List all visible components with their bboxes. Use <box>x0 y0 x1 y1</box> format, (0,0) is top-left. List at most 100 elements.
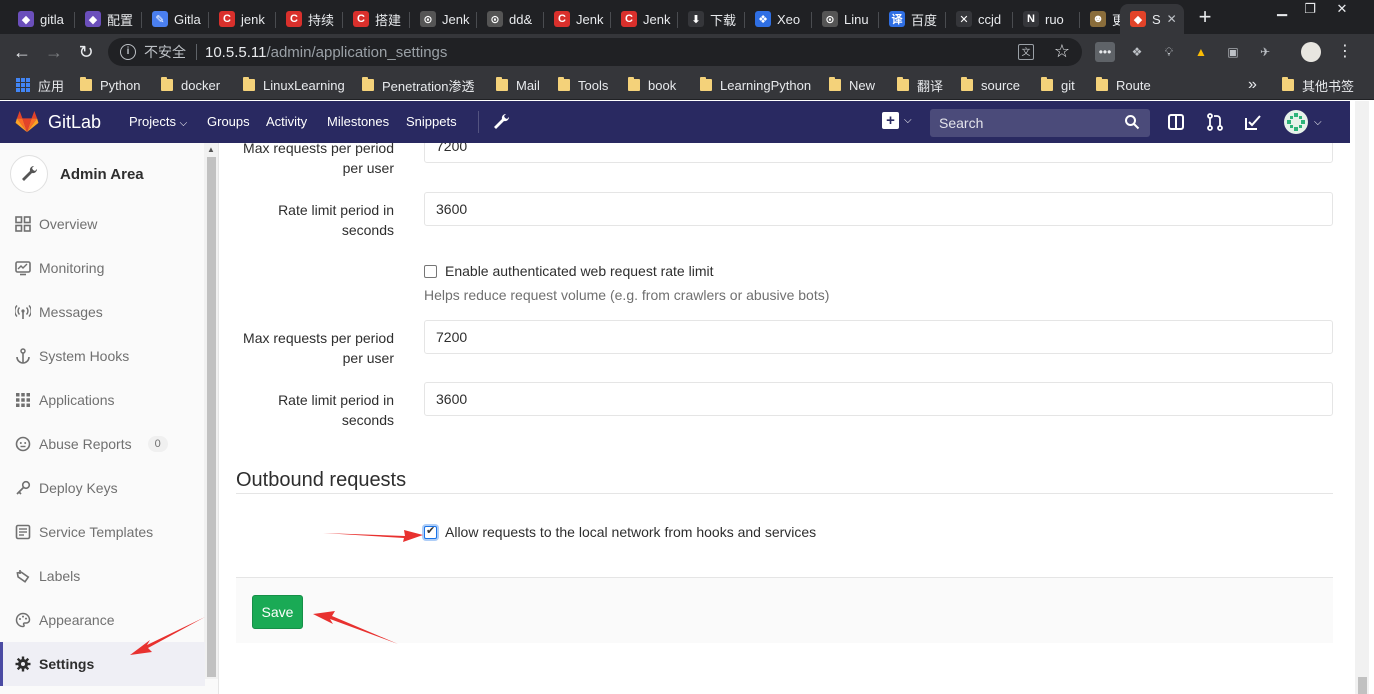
browser-tab[interactable]: C Jenk <box>544 4 611 34</box>
page-scroll-thumb[interactable] <box>1358 677 1367 694</box>
template-icon <box>15 524 31 540</box>
bookmark-item[interactable]: Penetration渗透 <box>362 70 475 100</box>
profile-avatar[interactable] <box>1301 42 1321 62</box>
new-item-dropdown[interactable]: + ⌵ <box>882 112 912 129</box>
address-bar[interactable]: i 不安全 10.5.5.11/admin/application_settin… <box>108 38 1082 66</box>
new-tab-button[interactable]: + <box>1194 6 1216 28</box>
save-button[interactable]: Save <box>252 595 303 629</box>
bookmark-item[interactable]: book <box>628 70 676 100</box>
bookmark-item[interactable]: Python <box>80 70 140 100</box>
sidebar-item-settings[interactable]: Settings <box>0 642 205 686</box>
bookmark-item[interactable]: git <box>1041 70 1075 100</box>
browser-tab[interactable]: ❖ Xeo <box>745 4 812 34</box>
reload-button[interactable]: ↻ <box>74 40 98 64</box>
sidebar-item-system-hooks[interactable]: System Hooks <box>0 334 205 378</box>
bookmarks-overflow-button[interactable]: » <box>1248 70 1257 100</box>
unauth-max-requests-label: Max requests per period per user <box>243 143 394 176</box>
browser-tab[interactable]: ◆ S ✕ <box>1120 4 1184 34</box>
bookmark-item[interactable]: Tools <box>558 70 608 100</box>
sidebar-item-abuse-reports[interactable]: Abuse Reports 0 <box>0 422 205 466</box>
dropbox-icon[interactable]: ❖ <box>1127 42 1147 62</box>
browser-tab[interactable]: ⊙ Linu <box>812 4 879 34</box>
auth-web-rate-limit-help: Helps reduce request volume (e.g. from c… <box>424 287 830 303</box>
sidebar-item-labels[interactable]: Labels <box>0 554 205 598</box>
auth-web-rate-limit-checkbox[interactable] <box>424 264 437 278</box>
other-bookmarks-folder[interactable]: 其他书签 <box>1282 70 1354 100</box>
drive-icon[interactable]: ▲ <box>1191 42 1211 62</box>
local-network-row[interactable]: Allow requests to the local network from… <box>424 524 816 540</box>
browser-tab[interactable]: 译百度 <box>879 4 946 34</box>
sidebar-header[interactable]: Admin Area <box>10 155 144 193</box>
sidebar-item-label: Labels <box>39 568 81 584</box>
unauth-max-requests-input[interactable]: 7200 <box>424 143 1333 163</box>
browser-tab[interactable]: C Jenk <box>611 4 678 34</box>
browser-tab[interactable]: C 搭建 <box>343 4 410 34</box>
page-scroll-track[interactable] <box>1355 101 1369 694</box>
bag-icon[interactable]: ▣ <box>1223 42 1243 62</box>
bookmark-item[interactable]: New <box>829 70 875 100</box>
browser-tab[interactable]: Cjenk <box>209 4 276 34</box>
chrome-menu-icon[interactable]: ⋮ <box>1335 42 1355 62</box>
auth-web-rate-limit-row[interactable]: Enable authenticated web request rate li… <box>424 263 714 279</box>
lightbulb-icon[interactable]: 💡︎ <box>1159 42 1179 62</box>
translate-icon[interactable]: 文 <box>1018 44 1034 60</box>
browser-tab[interactable]: ✕ ccjd <box>946 4 1013 34</box>
local-network-checkbox[interactable] <box>424 524 437 539</box>
gitlab-logo[interactable]: GitLab <box>14 111 101 133</box>
tab-close-icon[interactable]: ✕ <box>1167 12 1177 26</box>
sidebar-item-service-templates[interactable]: Service Templates <box>0 510 205 554</box>
forward-button[interactable]: → <box>42 40 66 64</box>
nav-projects[interactable]: Projects ⌵ <box>129 114 187 129</box>
issues-icon[interactable] <box>1166 112 1186 132</box>
sidebar-item-applications[interactable]: Applications <box>0 378 205 422</box>
sidebar-item-messages[interactable]: Messages <box>0 290 205 334</box>
browser-tab[interactable]: C 持续 <box>276 4 343 34</box>
browser-tab[interactable]: ⬇ 下载 <box>678 4 745 34</box>
nav-groups[interactable]: Groups <box>207 114 250 129</box>
bookmark-item[interactable]: source <box>961 70 1020 100</box>
browser-tab[interactable]: ⊙ dd& <box>477 4 544 34</box>
nav-snippets[interactable]: Snippets <box>406 114 457 129</box>
sidebar-item-deploy-keys[interactable]: Deploy Keys <box>0 466 205 510</box>
sidebar-scroll-thumb[interactable] <box>207 157 216 677</box>
search-input[interactable]: Search <box>930 109 1150 137</box>
minimize-button[interactable]: ▁ <box>1268 0 1296 18</box>
bookmark-item[interactable]: 翻译 <box>897 70 943 100</box>
bookmark-item[interactable]: Route <box>1096 70 1151 100</box>
restore-button[interactable]: ❐ <box>1296 0 1324 18</box>
sidebar-item-overview[interactable]: Overview <box>0 202 205 246</box>
unauth-period-input[interactable]: 3600 <box>424 192 1333 226</box>
bookmark-item[interactable]: LinuxLearning <box>243 70 345 100</box>
sidebar-scrollbar[interactable]: ▲ <box>204 143 218 679</box>
extension-dots-icon[interactable]: ••• <box>1095 42 1115 62</box>
admin-wrench-icon[interactable] <box>491 112 511 132</box>
nav-activity[interactable]: Activity <box>266 114 307 129</box>
browser-tab[interactable]: ◆ 配置 <box>75 4 142 34</box>
scroll-up-arrow-icon[interactable]: ▲ <box>207 145 215 154</box>
close-window-button[interactable]: ✕ <box>1328 0 1356 18</box>
nav-milestones[interactable]: Milestones <box>327 114 389 129</box>
back-button[interactable]: ← <box>10 40 34 64</box>
browser-tab[interactable]: ⊙ Jenk <box>410 4 477 34</box>
todo-icon[interactable] <box>1243 112 1263 132</box>
bookmark-label: docker <box>181 77 221 93</box>
bookmark-item[interactable]: Mail <box>496 70 540 100</box>
bookmark-item[interactable]: LearningPython <box>700 70 811 100</box>
user-menu[interactable]: ⌵ <box>1284 110 1322 134</box>
bookmark-item[interactable]: docker <box>161 70 220 100</box>
auth-max-requests-input[interactable]: 7200 <box>424 320 1333 354</box>
browser-tab[interactable]: ◆ gitla <box>8 4 75 34</box>
puzzle-icon[interactable]: ✈ <box>1255 42 1275 62</box>
merge-request-icon[interactable] <box>1205 112 1225 132</box>
bookmark-label: Tools <box>578 77 609 93</box>
info-icon[interactable]: i <box>120 44 136 60</box>
sidebar-item-appearance[interactable]: Appearance <box>0 598 205 642</box>
bookmark-item[interactable]: 应用 <box>16 70 64 100</box>
bookmark-star-icon[interactable]: ☆ <box>1054 41 1070 62</box>
page-scrollbar[interactable] <box>1350 101 1374 694</box>
sidebar-item-monitoring[interactable]: Monitoring <box>0 246 205 290</box>
browser-tab[interactable]: ✎ Gitla <box>142 4 209 34</box>
tab-label: gitla <box>40 11 64 27</box>
browser-tab[interactable]: Nruo <box>1013 4 1080 34</box>
auth-period-input[interactable]: 3600 <box>424 382 1333 416</box>
